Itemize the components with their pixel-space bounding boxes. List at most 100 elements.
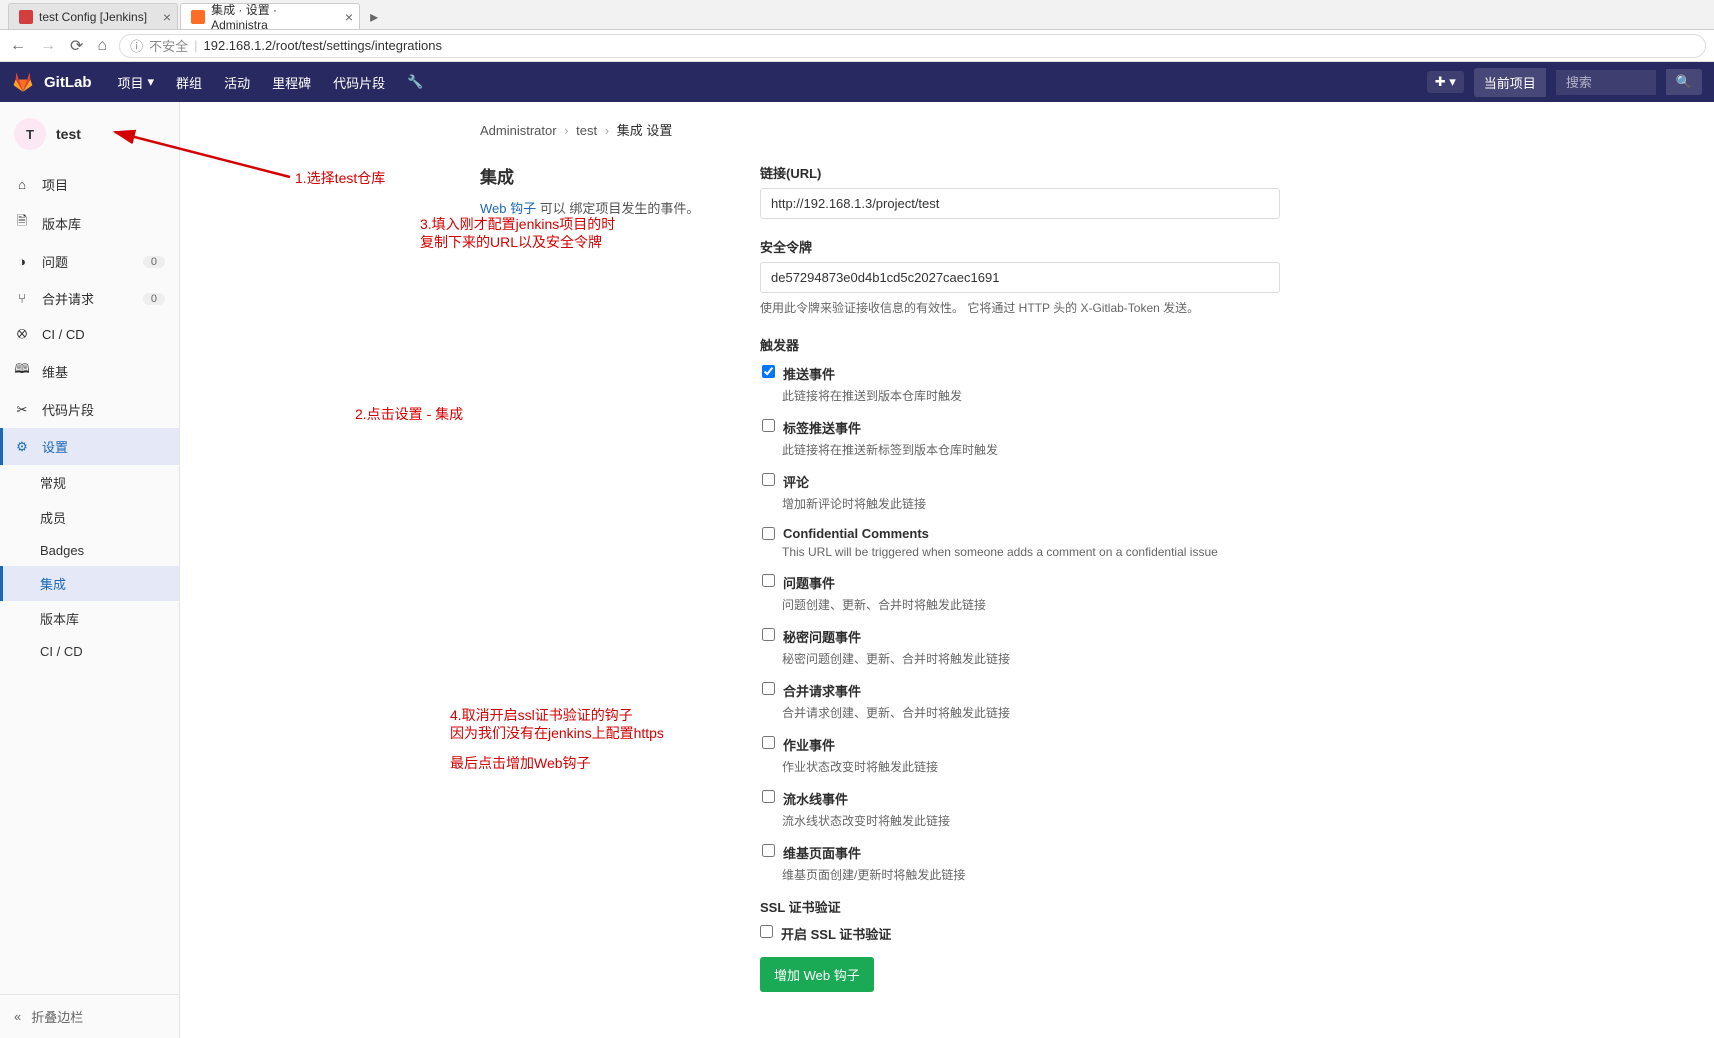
sidebar-item-label: 设置 [42,437,68,456]
nav-groups[interactable]: 群组 [168,69,210,96]
reload-button[interactable]: ⟳ [68,36,85,56]
trigger-help-7: 作业状态改变时将触发此链接 [782,758,1280,775]
trigger-checkbox-0[interactable] [762,365,775,378]
settings-sub-integrations[interactable]: 集成 [0,566,179,601]
search-input[interactable] [1556,70,1656,95]
sidebar-item-repo[interactable]: 🗎版本库 [0,203,179,243]
trigger-checkbox-8[interactable] [762,790,775,803]
token-input[interactable] [760,262,1280,293]
trigger-checkbox-6[interactable] [762,682,775,695]
badge: 0 [143,293,165,305]
trigger-label-3[interactable]: Confidential Comments [783,526,929,541]
sidebar-item-issues[interactable]: ◑问题0 [0,243,179,280]
trigger-checkbox-9[interactable] [762,844,775,857]
browser-tab-gitlab[interactable]: 集成 · 设置 · Administra × [180,3,360,29]
project-avatar: T [14,118,46,150]
browser-tab-strip: test Config [Jenkins] × 集成 · 设置 · Admini… [0,0,1714,30]
trigger-label-8[interactable]: 流水线事件 [783,789,848,808]
trigger-checkbox-4[interactable] [762,574,775,587]
sidebar-item-settings[interactable]: ⚙ 设置 [0,428,179,465]
sidebar-item-label: CI / CD [42,327,85,342]
nav-activity[interactable]: 活动 [216,69,258,96]
gear-icon: ⚙ [14,439,30,455]
trigger-label-9[interactable]: 维基页面事件 [783,843,861,862]
issue-icon: ◑ [14,254,30,269]
home-button[interactable]: ⌂ [95,37,109,55]
trigger-help-2: 增加新评论时将触发此链接 [782,495,1280,512]
crumb-project[interactable]: test [576,123,597,138]
sidebar-item-label: 问题 [42,252,68,271]
content-area: Administrator › test › 集成 设置 集成 Web 钩子 可… [180,102,1714,1038]
sidebar-item-wiki[interactable]: 🕮 维基 [0,351,179,391]
trigger-label-7[interactable]: 作业事件 [783,735,835,754]
submit-button[interactable]: 增加 Web 钩子 [760,957,874,992]
settings-sub-members[interactable]: 成员 [0,500,179,535]
collapse-sidebar-button[interactable]: «折叠边栏 [0,994,179,1038]
sidebar-item-label: 版本库 [42,214,81,233]
settings-sub-general[interactable]: 常规 [0,465,179,500]
tab-title: test Config [Jenkins] [39,10,147,24]
current-project-badge[interactable]: 当前项目 [1474,68,1546,97]
trigger-checkbox-2[interactable] [762,473,775,486]
trigger-label-0[interactable]: 推送事件 [783,364,835,383]
trigger-help-1: 此链接将在推送新标签到版本仓库时触发 [782,441,1280,458]
new-tab-button[interactable]: ▸ [362,5,386,29]
url-bar[interactable]: ⓘ 不安全 | 192.168.1.2/root/test/settings/i… [119,34,1706,58]
close-icon[interactable]: × [345,9,353,25]
chevron-left-icon: « [14,1009,21,1024]
trigger-checkbox-7[interactable] [762,736,775,749]
project-name: test [56,126,81,142]
sidebar-item-mr[interactable]: ⑂合并请求0 [0,280,179,317]
trigger-label-1[interactable]: 标签推送事件 [783,418,861,437]
back-button[interactable]: ← [8,37,28,55]
header-plus-button[interactable]: ✚ ▾ [1427,71,1464,93]
gitlab-favicon [191,10,205,24]
triggers-title: 触发器 [760,335,1280,354]
crumb-admin[interactable]: Administrator [480,123,557,138]
info-icon[interactable]: ⓘ [130,36,143,55]
search-icon[interactable]: 🔍 [1666,69,1702,95]
settings-sub-badges[interactable]: Badges [0,535,179,566]
sidebar-item-label: 合并请求 [42,289,94,308]
trigger-label-5[interactable]: 秘密问题事件 [783,627,861,646]
trigger-help-6: 合并请求创建、更新、合并时将触发此链接 [782,704,1280,721]
forward-button[interactable]: → [38,37,58,55]
nav-admin-icon[interactable]: 🔧 [399,69,431,96]
nav-milestones[interactable]: 里程碑 [264,69,319,96]
sidebar-item-snippets[interactable]: ✂代码片段 [0,391,179,428]
url-text: 192.168.1.2/root/test/settings/integrati… [204,38,443,53]
trigger-checkbox-5[interactable] [762,628,775,641]
settings-sub-repo[interactable]: 版本库 [0,601,179,636]
brand-text[interactable]: GitLab [44,74,92,91]
trigger-label-2[interactable]: 评论 [783,472,809,491]
trigger-help-9: 维基页面创建/更新时将触发此链接 [782,866,1280,883]
trigger-label-4[interactable]: 问题事件 [783,573,835,592]
settings-sub-cicd[interactable]: CI / CD [0,636,179,667]
security-label: 不安全 [149,36,188,55]
trigger-checkbox-1[interactable] [762,419,775,432]
trigger-help-5: 秘密问题创建、更新、合并时将触发此链接 [782,650,1280,667]
close-icon[interactable]: × [163,9,171,25]
token-help: 使用此令牌来验证接收信息的有效性。 它将通过 HTTP 头的 X-Gitlab-… [760,299,1280,317]
sidebar-item-label: 项目 [42,175,68,194]
trigger-checkbox-3[interactable] [762,527,775,540]
snippet-icon: ✂ [14,402,30,418]
trigger-help-8: 流水线状态改变时将触发此链接 [782,812,1280,829]
webhook-link[interactable]: Web 钩子 [480,201,536,216]
nav-projects[interactable]: 项目 ▾ [110,69,163,96]
sidebar-item-label: 维基 [42,362,68,381]
sidebar: T test ⌂项目 🗎版本库 ◑问题0 ⑂合并请求0 ⭙CI / CD 🕮维基… [0,102,180,1038]
sidebar-item-cicd[interactable]: ⭙CI / CD [0,317,179,351]
browser-tab-jenkins[interactable]: test Config [Jenkins] × [8,3,178,29]
project-header[interactable]: T test [0,102,179,166]
wiki-icon: 🕮 [14,360,30,382]
nav-snippets[interactable]: 代码片段 [325,69,393,96]
ssl-checkbox[interactable] [760,925,773,938]
sidebar-item-project[interactable]: ⌂项目 [0,166,179,203]
trigger-label-6[interactable]: 合并请求事件 [783,681,861,700]
trigger-help-0: 此链接将在推送到版本仓库时触发 [782,387,1280,404]
url-input[interactable] [760,188,1280,219]
gitlab-logo-icon[interactable] [12,71,34,93]
ssl-label[interactable]: 开启 SSL 证书验证 [781,924,891,943]
crumb-current: 集成 设置 [617,123,673,138]
